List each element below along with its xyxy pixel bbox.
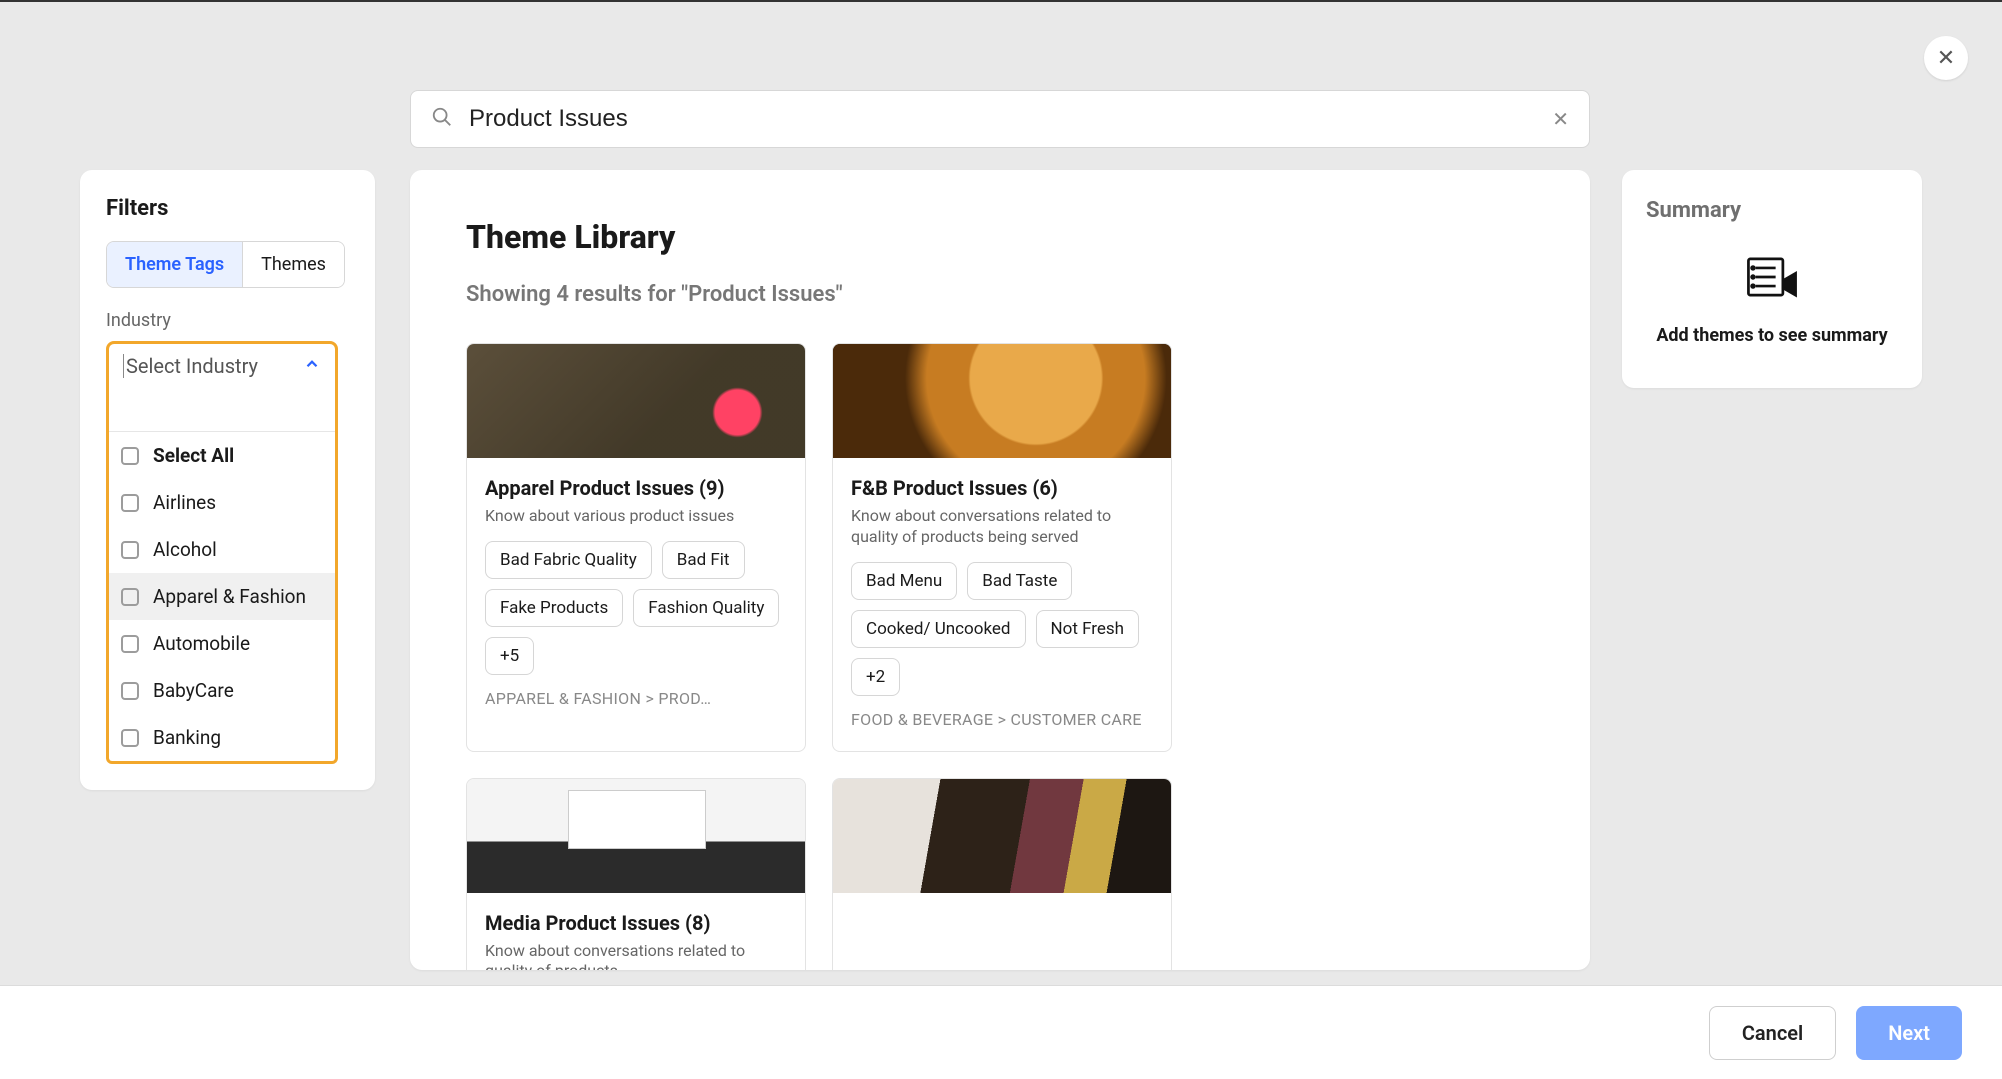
theme-tag-pill[interactable]: +2 <box>851 658 900 696</box>
theme-tag-pill[interactable]: +5 <box>485 637 534 675</box>
theme-card-description: Know about various product issues <box>485 506 787 527</box>
filters-tab-group: Theme Tags Themes <box>106 241 345 288</box>
theme-tag-pill[interactable]: Bad Taste <box>967 562 1072 600</box>
theme-card-tags: Bad Fabric Quality Bad Fit Fake Products Fa… <box>485 541 787 675</box>
theme-card-body: Apparel Product Issues (9) Know about var… <box>467 458 805 730</box>
theme-card-image <box>833 779 1171 893</box>
industry-option[interactable]: Alcohol <box>109 526 335 573</box>
search-icon <box>431 106 453 132</box>
search-input[interactable] <box>469 105 1552 133</box>
checkbox-icon[interactable] <box>121 588 139 606</box>
checkbox-icon[interactable] <box>121 635 139 653</box>
checkbox-icon[interactable] <box>121 541 139 559</box>
results-count: Showing 4 results for "Product Issues" <box>466 282 1534 307</box>
industry-dropdown-search-input[interactable] <box>119 394 325 423</box>
summary-empty-icon <box>1743 253 1801 301</box>
theme-card-title: Media Product Issues (8) <box>485 911 787 935</box>
page-title: Theme Library <box>466 218 1534 256</box>
tab-themes[interactable]: Themes <box>243 242 344 287</box>
theme-library-panel: Theme Library Showing 4 results for "Pro… <box>410 170 1590 970</box>
summary-panel: Summary Add themes to see summary <box>1622 170 1922 388</box>
theme-card-title: F&B Product Issues (6) <box>851 476 1153 500</box>
industry-option[interactable]: Banking <box>109 714 335 761</box>
checkbox-icon[interactable] <box>121 682 139 700</box>
industry-option[interactable]: BabyCare <box>109 667 335 714</box>
theme-tag-pill[interactable]: Bad Fit <box>662 541 745 579</box>
chevron-up-icon <box>303 354 321 378</box>
industry-dropdown-search <box>109 388 335 432</box>
industry-dropdown-menu: Select All Airlines Alcohol Apparel & Fashi… <box>106 388 338 764</box>
industry-dropdown-placeholder: Select Industry <box>123 354 258 378</box>
theme-card-breadcrumb: APPAREL & FASHION > PROD… <box>485 689 787 708</box>
industry-label: Industry <box>106 310 349 331</box>
industry-option-label: Apparel & Fashion <box>153 585 306 608</box>
industry-dropdown-trigger[interactable]: Select Industry <box>106 341 338 388</box>
tab-theme-tags[interactable]: Theme Tags <box>107 242 243 287</box>
checkbox-icon[interactable] <box>121 494 139 512</box>
theme-card-description: Know about conversations related to qual… <box>485 941 787 970</box>
modal-footer: Cancel Next <box>0 985 2002 1079</box>
close-button[interactable]: ✕ <box>1924 36 1968 80</box>
theme-card[interactable]: F&B Product Issues (6) Know about convers… <box>832 343 1172 752</box>
close-icon: ✕ <box>1937 46 1955 71</box>
theme-card[interactable]: Media Product Issues (8) Know about conve… <box>466 778 806 970</box>
filters-panel: Filters Theme Tags Themes Industry Selec… <box>80 170 375 790</box>
industry-option-label: Airlines <box>153 491 216 514</box>
theme-card-description: Know about conversations related to qual… <box>851 506 1153 548</box>
industry-option-label: Alcohol <box>153 538 217 561</box>
theme-tag-pill[interactable]: Bad Menu <box>851 562 957 600</box>
theme-cards-grid: Apparel Product Issues (9) Know about var… <box>466 343 1534 970</box>
search-clear-button[interactable]: ✕ <box>1552 107 1569 131</box>
cancel-button[interactable]: Cancel <box>1709 1006 1836 1060</box>
theme-card-body: F&B Product Issues (6) Know about convers… <box>833 458 1171 751</box>
industry-option[interactable]: Apparel & Fashion <box>109 573 335 620</box>
filters-title: Filters <box>106 196 349 221</box>
industry-option-label: BabyCare <box>153 679 234 702</box>
theme-tag-pill[interactable]: Cooked/ Uncooked <box>851 610 1026 648</box>
theme-tag-pill[interactable]: Not Fresh <box>1036 610 1140 648</box>
checkbox-icon[interactable] <box>121 447 139 465</box>
industry-option[interactable]: Automobile <box>109 620 335 667</box>
theme-card[interactable]: Apparel Product Issues (9) Know about var… <box>466 343 806 752</box>
industry-option[interactable]: Select All <box>109 432 335 479</box>
theme-card-tags: Bad Menu Bad Taste Cooked/ Uncooked Not Fre… <box>851 562 1153 696</box>
theme-card-image <box>467 344 805 458</box>
industry-option-label: Select All <box>153 444 234 467</box>
search-bar: ✕ <box>410 90 1590 148</box>
theme-card-title: Apparel Product Issues (9) <box>485 476 787 500</box>
theme-tag-pill[interactable]: Fashion Quality <box>633 589 779 627</box>
modal-viewport: ✕ ✕ Filters Theme Tags Themes Industry S… <box>0 0 2002 1079</box>
theme-tag-pill[interactable]: Bad Fabric Quality <box>485 541 652 579</box>
theme-card-body: Media Product Issues (8) Know about conve… <box>467 893 805 970</box>
industry-option-label: Banking <box>153 726 221 749</box>
theme-card-image <box>467 779 805 893</box>
next-button[interactable]: Next <box>1856 1006 1962 1060</box>
theme-card-breadcrumb: FOOD & BEVERAGE > CUSTOMER CARE <box>851 710 1153 729</box>
summary-title: Summary <box>1646 198 1898 223</box>
industry-dropdown: Select Industry Select All Airlines Alcoho… <box>106 341 338 764</box>
summary-empty-text: Add themes to see summary <box>1646 325 1898 346</box>
theme-card-image <box>833 344 1171 458</box>
theme-tag-pill[interactable]: Fake Products <box>485 589 623 627</box>
industry-option-label: Automobile <box>153 632 250 655</box>
industry-option[interactable]: Airlines <box>109 479 335 526</box>
checkbox-icon[interactable] <box>121 729 139 747</box>
theme-card[interactable] <box>832 778 1172 970</box>
